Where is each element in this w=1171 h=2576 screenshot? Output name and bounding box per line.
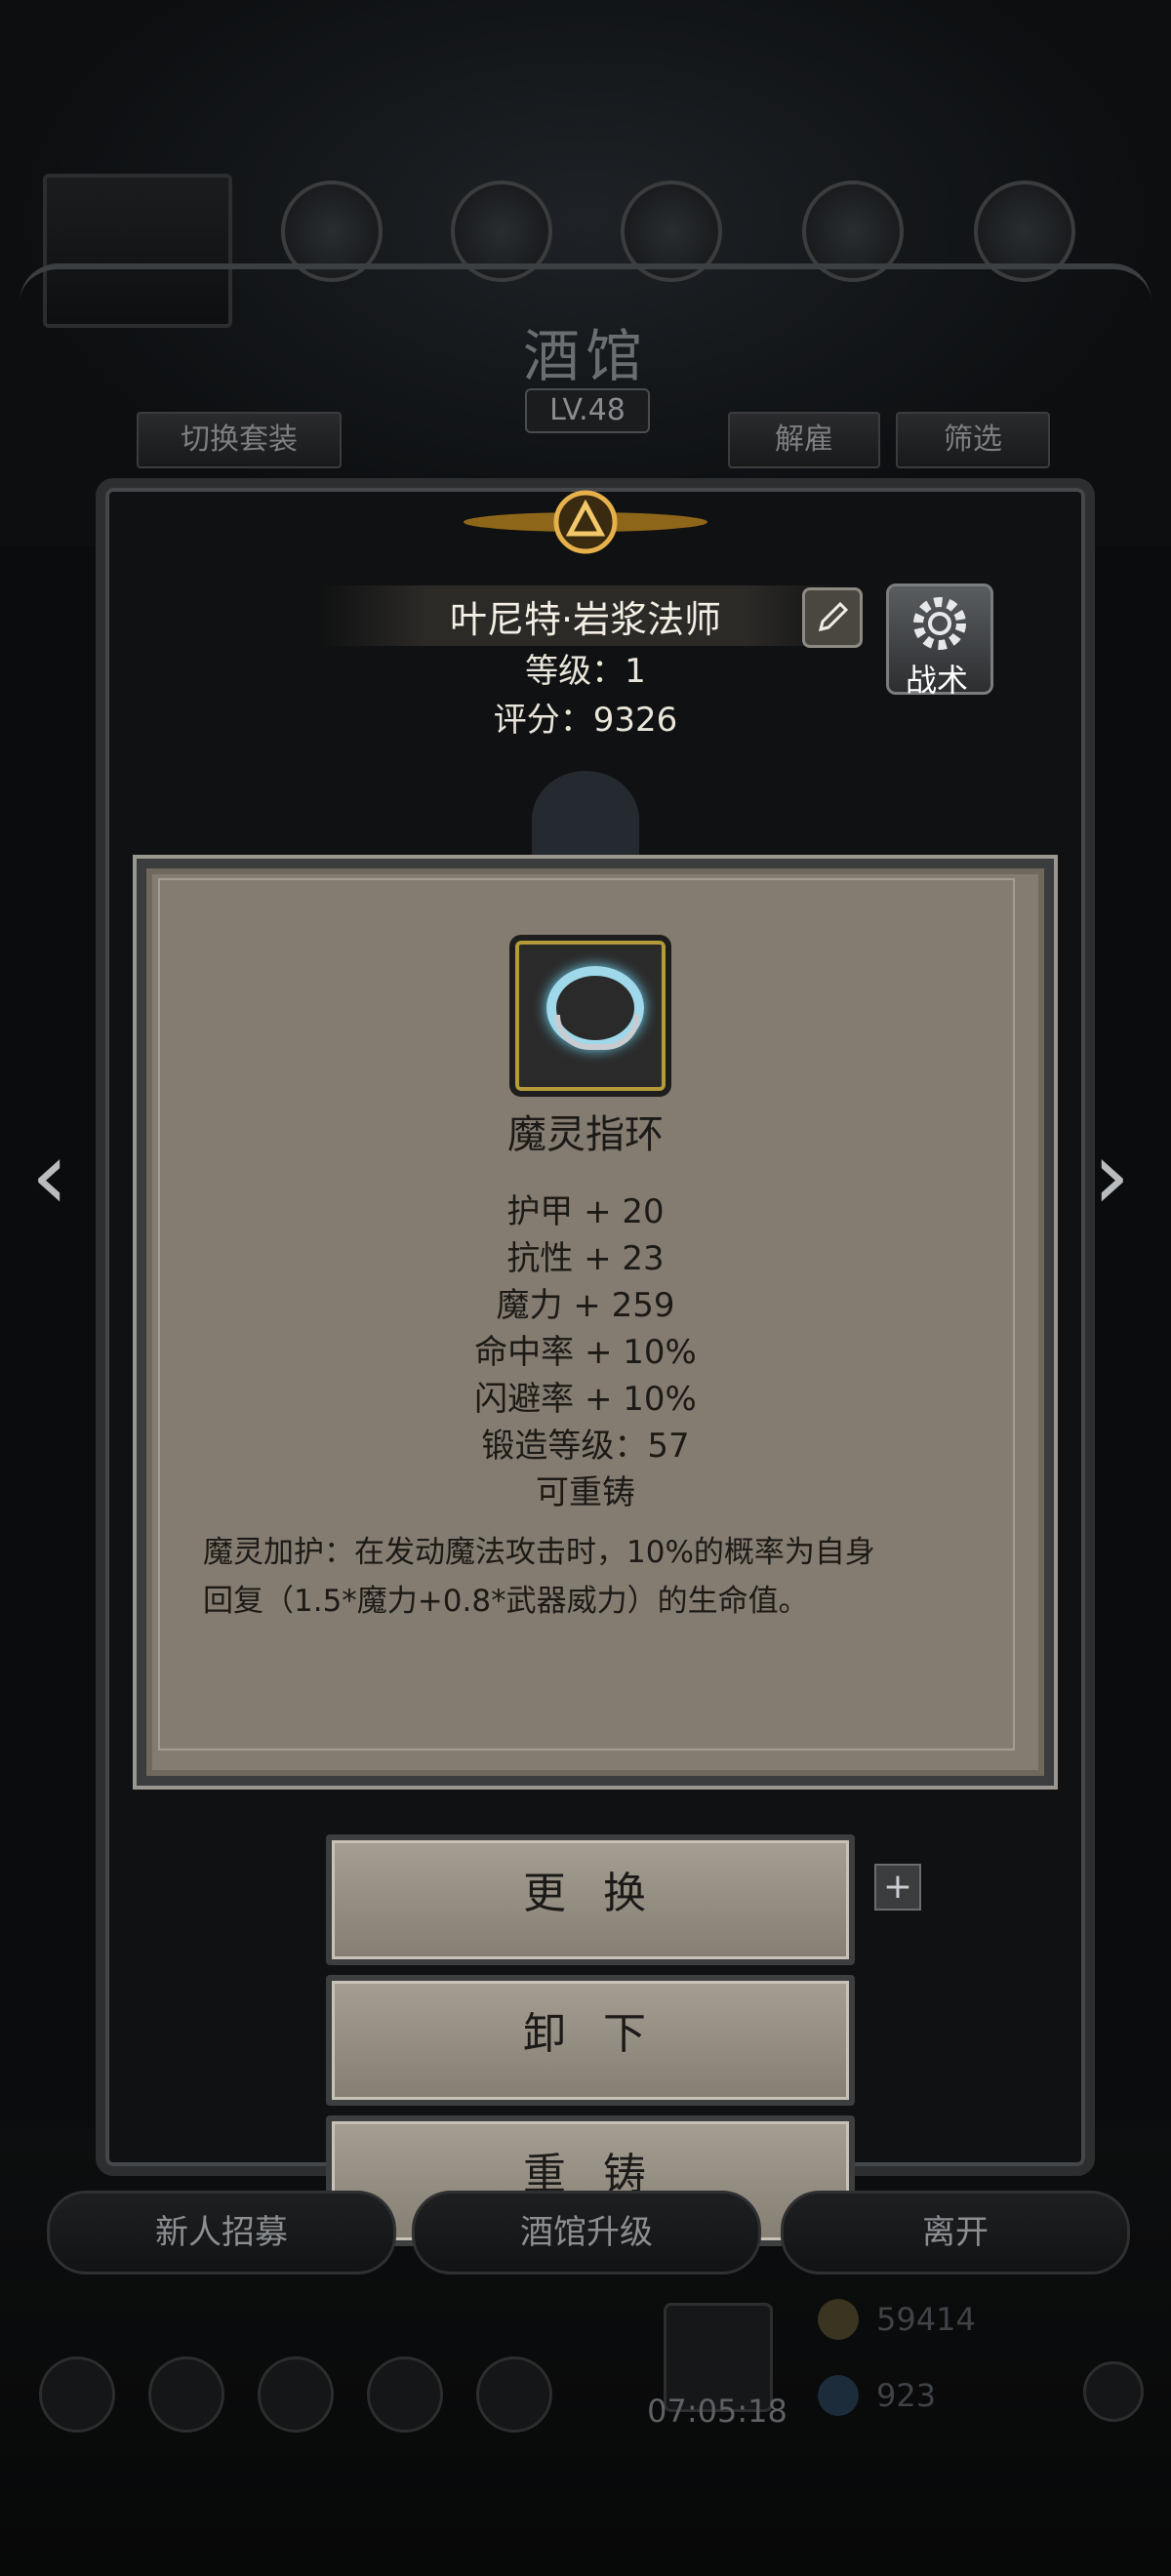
hero-score: 评分：9326 — [493, 701, 678, 740]
pencil-icon — [818, 601, 849, 632]
gift-timer: 07:05:18 — [647, 2393, 787, 2430]
hero-level: 等级：1 — [525, 652, 646, 691]
leave-button[interactable]: 离开 — [781, 2191, 1130, 2274]
menu-icon[interactable] — [476, 2356, 552, 2433]
item-stat: 魔力 + 259 — [496, 1286, 675, 1325]
item-description-line: 魔灵加护：在发动魔法攻击时，10%的概率为自身 — [203, 1535, 875, 1570]
replace-button[interactable]: 更 换 — [326, 1834, 855, 1965]
item-stat: 可重铸 — [536, 1473, 635, 1512]
tavern-level-badge: LV.48 — [525, 388, 650, 433]
menu-icon[interactable] — [367, 2356, 443, 2433]
item-stat: 抗性 + 23 — [506, 1239, 665, 1278]
next-hero-arrow-icon[interactable]: › — [1077, 1122, 1146, 1229]
menu-icon[interactable] — [148, 2356, 224, 2433]
item-description: 魔灵加护：在发动魔法攻击时，10%的概率为自身 回复（1.5*魔力+0.8*武器… — [203, 1528, 984, 1626]
previous-hero-arrow-icon[interactable]: ‹ — [16, 1122, 84, 1229]
tavern-upgrade-button[interactable]: 酒馆升级 — [412, 2191, 761, 2274]
gem-icon — [818, 2375, 859, 2416]
add-currency-icon[interactable] — [1083, 2361, 1144, 2422]
hero-name: 叶尼特·岩浆法师 — [449, 598, 722, 641]
item-description-line: 回复（1.5*魔力+0.8*武器威力）的生命值。 — [203, 1584, 809, 1619]
tavern-title: 酒馆 — [522, 323, 648, 389]
item-stat: 命中率 + 10% — [474, 1333, 697, 1372]
menu-icon[interactable] — [39, 2356, 115, 2433]
gold-coin-icon — [818, 2299, 859, 2340]
item-stat: 锻造等级：57 — [481, 1427, 690, 1466]
item-stat: 护甲 + 20 — [506, 1192, 665, 1231]
gold-amount: 59414 — [876, 2301, 976, 2338]
tactics-label: 战术 — [905, 662, 968, 699]
sun-emblem-icon — [464, 490, 707, 554]
edit-name-button[interactable] — [802, 587, 863, 648]
unequip-button[interactable]: 卸 下 — [326, 1975, 855, 2106]
hero-figure — [532, 771, 639, 868]
menu-icon[interactable] — [258, 2356, 334, 2433]
filter-button[interactable]: 筛选 — [896, 412, 1050, 468]
replace-label: 更 换 — [523, 1869, 658, 1918]
recruit-button[interactable]: 新人招募 — [47, 2191, 396, 2274]
item-name: 魔灵指环 — [507, 1112, 664, 1157]
gem-amount: 923 — [876, 2377, 937, 2414]
gear-icon — [913, 597, 966, 650]
dismiss-button[interactable]: 解雇 — [728, 412, 880, 468]
switch-outfit-button[interactable]: 切换套装 — [137, 412, 342, 468]
unequip-label: 卸 下 — [523, 2009, 658, 2059]
plus-button[interactable]: + — [874, 1864, 921, 1911]
item-stat: 闪避率 + 10% — [474, 1380, 697, 1419]
